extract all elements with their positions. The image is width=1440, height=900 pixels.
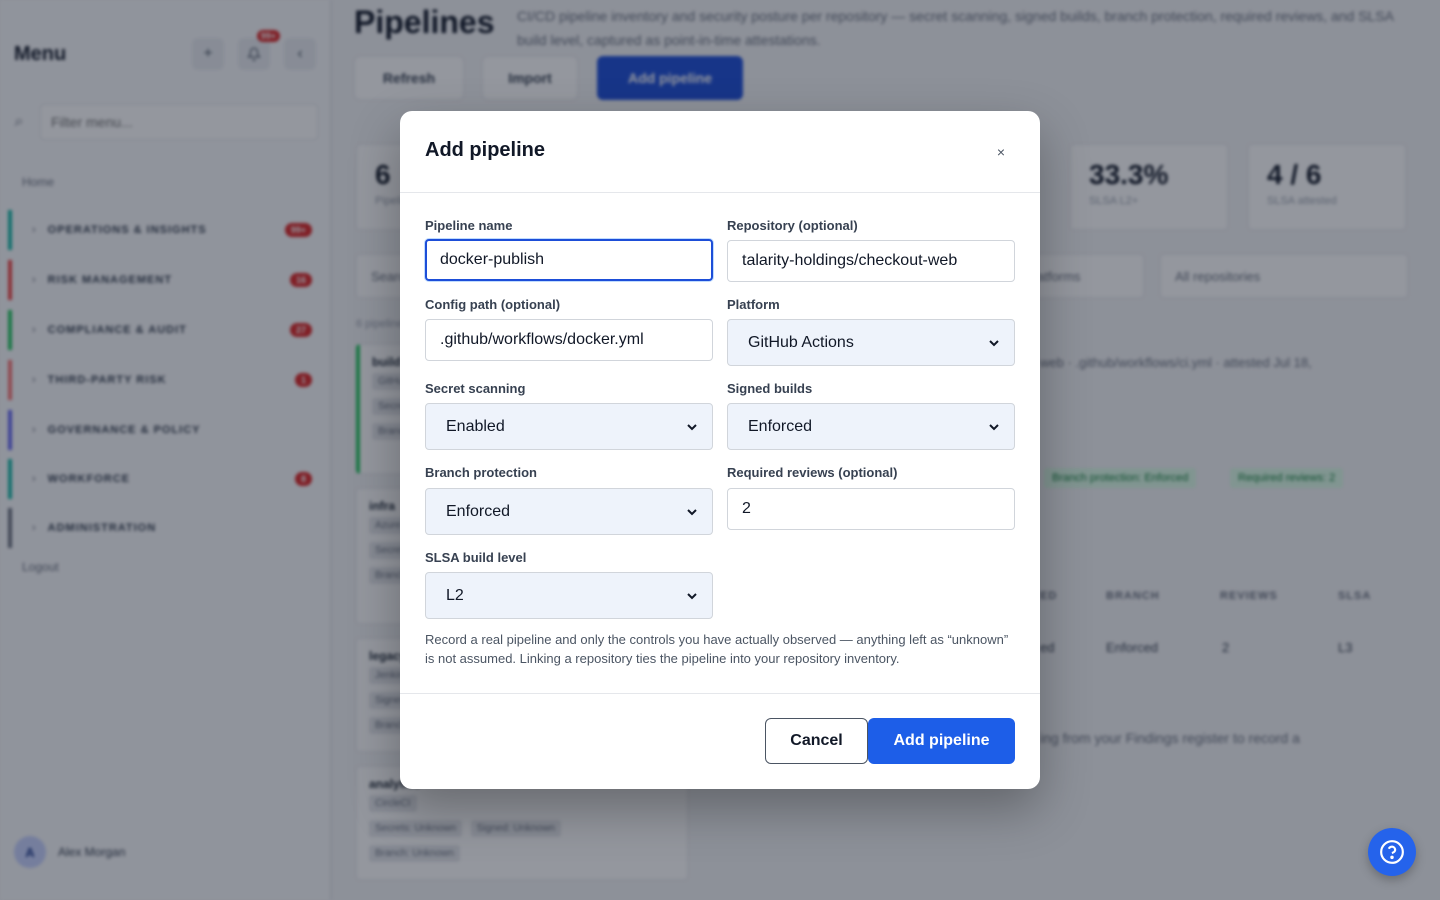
pipeline-name-label: Pipeline name [425,218,513,233]
chevron-down-icon [687,423,697,430]
pipeline-name-input[interactable] [425,239,713,281]
dialog-footer: Cancel Add pipeline [400,693,1040,789]
help-icon [1380,840,1404,864]
branch-protection-select-value: Enforced [446,502,511,520]
close-icon[interactable]: × [992,143,1010,161]
branch-protection-label: Branch protection [425,465,537,480]
required-reviews-label: Required reviews (optional) [727,465,898,480]
slsa-level-select-value: L2 [446,586,464,604]
config-path-input[interactable] [425,319,713,361]
platform-select-value: GitHub Actions [748,333,854,351]
add-pipeline-button[interactable]: Add pipeline [868,718,1015,764]
dialog-help-text: Record a real pipeline and only the cont… [425,632,1009,666]
signed-builds-select-value: Enforced [748,417,813,435]
chevron-down-icon [687,592,697,599]
cancel-button[interactable]: Cancel [765,718,868,764]
platform-label: Platform [727,297,780,312]
chevron-down-icon [989,339,999,346]
dialog-header: Add pipeline × [400,111,1040,193]
platform-select[interactable]: GitHub Actions [727,319,1015,366]
signed-builds-label: Signed builds [727,381,813,396]
required-reviews-input[interactable] [727,488,1015,530]
chevron-down-icon [687,508,697,515]
secret-scanning-select[interactable]: Enabled [425,403,713,450]
add-pipeline-dialog: Add pipeline × Pipeline name Repository … [400,111,1040,789]
signed-builds-select[interactable]: Enforced [727,403,1015,450]
config-path-label: Config path (optional) [425,297,561,312]
secret-scanning-select-value: Enabled [446,417,505,435]
slsa-level-label: SLSA build level [425,550,527,565]
help-button[interactable] [1368,828,1416,876]
repository-label: Repository (optional) [727,218,858,233]
repository-input[interactable] [727,240,1015,282]
slsa-level-select[interactable]: L2 [425,572,713,619]
branch-protection-select[interactable]: Enforced [425,488,713,535]
dialog-title: Add pipeline [425,139,545,161]
secret-scanning-label: Secret scanning [425,381,526,396]
chevron-down-icon [989,423,999,430]
